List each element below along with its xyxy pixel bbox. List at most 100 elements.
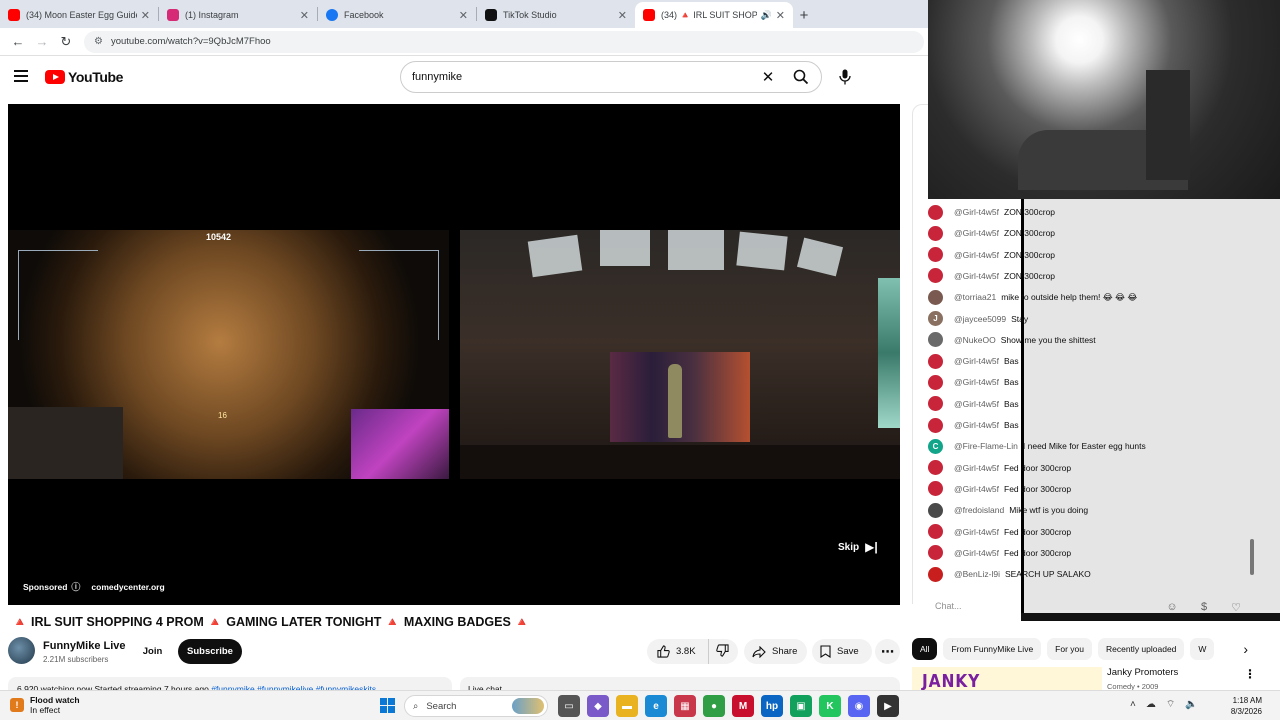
search-button[interactable] xyxy=(781,62,821,92)
chat-author[interactable]: @Girl-t4w5f xyxy=(954,527,999,537)
hp-icon[interactable]: hp xyxy=(761,695,783,717)
share-button[interactable]: Share xyxy=(744,639,807,664)
chip-all[interactable]: All xyxy=(912,638,938,660)
chat-author[interactable]: @Fire-Flame-Lin xyxy=(954,441,1018,451)
recommended-title[interactable]: Janky Promoters xyxy=(1107,667,1178,678)
chat-author[interactable]: @Girl-t4w5f xyxy=(954,399,999,409)
save-button[interactable]: Save xyxy=(812,639,872,664)
site-info-icon[interactable]: ⚙ xyxy=(94,36,103,47)
chip-recently-uploaded[interactable]: Recently uploaded xyxy=(1098,638,1185,660)
chip-more[interactable]: W xyxy=(1190,638,1215,660)
chat-avatar[interactable] xyxy=(928,524,943,539)
volume-icon[interactable]: 🔈 xyxy=(1185,699,1197,710)
video-thumbnail[interactable]: JANKY PROMOTERS xyxy=(912,667,1102,691)
channel-name[interactable]: FunnyMike Live xyxy=(43,640,126,652)
chat-author[interactable]: @Girl-t4w5f xyxy=(954,228,999,238)
close-tab-icon[interactable]: ✕ xyxy=(459,9,468,22)
task-view-icon[interactable]: ▭ xyxy=(558,695,580,717)
taskbar-search[interactable]: ⌕ Search xyxy=(404,695,548,717)
media-player-icon[interactable]: ▶ xyxy=(877,695,899,717)
back-arrow-icon[interactable]: ← xyxy=(6,30,30,54)
new-tab-button[interactable]: + xyxy=(793,2,815,28)
recommended-video[interactable]: JANKY PROMOTERS Janky Promoters Comedy •… xyxy=(912,667,1280,691)
address-bar[interactable]: ⚙ youtube.com/watch?v=9QbJcM7Fhoo xyxy=(84,30,924,53)
subscribe-button[interactable]: Subscribe xyxy=(178,639,242,664)
chat-scrollbar[interactable] xyxy=(1250,539,1254,575)
skip-ad-button[interactable]: Skip ▶| xyxy=(838,540,878,554)
chat-author[interactable]: @Girl-t4w5f xyxy=(954,484,999,494)
chat-avatar[interactable] xyxy=(928,204,943,220)
reload-icon[interactable]: ↻ xyxy=(54,30,78,54)
chat-author[interactable]: @Girl-t4w5f xyxy=(954,420,999,430)
weather-widget[interactable]: ! Flood watch In effect xyxy=(10,695,80,715)
chat-author[interactable]: @Girl-t4w5f xyxy=(954,463,999,473)
chip-for-you[interactable]: For you xyxy=(1047,638,1092,660)
chat-avatar[interactable] xyxy=(928,481,943,497)
chat-avatar[interactable] xyxy=(928,374,943,390)
browser-tab[interactable]: (1) Instagram ✕ xyxy=(159,2,317,28)
chat-author[interactable]: @Girl-t4w5f xyxy=(954,271,999,281)
chat-author[interactable]: @NukeOO xyxy=(954,335,996,345)
forward-arrow-icon[interactable]: → xyxy=(30,30,54,54)
taskbar-clock[interactable]: 1:18 AM 8/3/2026 xyxy=(1222,695,1262,717)
advertiser-link[interactable]: comedycenter.org xyxy=(91,582,164,592)
cloud-icon[interactable]: ☁ xyxy=(1146,699,1156,710)
join-button[interactable]: Join xyxy=(135,639,170,664)
browser-tab[interactable]: Facebook ✕ xyxy=(318,2,476,28)
voice-search-button[interactable] xyxy=(833,65,857,89)
more-vert-icon[interactable]: ⋮ xyxy=(1244,667,1256,681)
like-button[interactable]: 3.8K xyxy=(647,639,709,664)
discord-icon[interactable]: ◉ xyxy=(848,695,870,717)
video-player[interactable]: 10542 16 Skip ▶| Sponsored ⓘ comedycente… xyxy=(8,104,900,605)
chat-author[interactable]: @BenLiz-l9i xyxy=(954,569,1000,579)
chat-avatar[interactable] xyxy=(928,225,943,241)
calendar-icon[interactable]: ▦ xyxy=(674,695,696,717)
chat-author[interactable]: @jaycee5099 xyxy=(954,314,1006,324)
copilot-icon[interactable]: ◆ xyxy=(587,695,609,717)
clear-search-icon[interactable]: ✕ xyxy=(755,68,781,86)
chat-author[interactable]: @torriaa21 xyxy=(954,292,996,302)
chat-author[interactable]: @Girl-t4w5f xyxy=(954,250,999,260)
speaker-icon[interactable]: 🔊 xyxy=(761,10,772,21)
chat-avatar[interactable] xyxy=(928,289,943,305)
browser-tab-active[interactable]: (34) 🔺 IRL SUIT SHOPPING 🔊 ✕ xyxy=(635,2,793,28)
chat-avatar[interactable] xyxy=(928,545,943,561)
chat-author[interactable]: @Girl-t4w5f xyxy=(954,207,999,217)
chat-avatar[interactable] xyxy=(928,417,943,433)
more-actions-icon[interactable]: ⋯ xyxy=(875,639,900,664)
browser-tab[interactable]: TikTok Studio ✕ xyxy=(477,2,635,28)
edge-icon[interactable]: e xyxy=(645,695,667,717)
dislike-button[interactable] xyxy=(709,643,729,660)
chat-avatar[interactable] xyxy=(928,396,943,412)
close-tab-icon[interactable]: ✕ xyxy=(141,9,150,22)
info-icon[interactable]: ⓘ xyxy=(71,580,80,593)
search-input[interactable] xyxy=(412,63,755,91)
browser-tab[interactable]: (34) Moon Easter Egg Guide (U ✕ xyxy=(0,2,158,28)
kick-icon[interactable]: K xyxy=(819,695,841,717)
chat-avatar[interactable] xyxy=(928,502,943,518)
youtube-logo[interactable]: YouTube xyxy=(45,69,123,85)
chat-author[interactable]: @fredoisland xyxy=(954,505,1004,515)
chrome-icon[interactable]: ● xyxy=(703,695,725,717)
file-explorer-icon[interactable]: ▬ xyxy=(616,695,638,717)
chat-avatar[interactable] xyxy=(928,268,943,284)
close-tab-icon[interactable]: ✕ xyxy=(618,9,627,22)
mcafee-icon[interactable]: M xyxy=(732,695,754,717)
close-tab-icon[interactable]: ✕ xyxy=(300,9,309,22)
chat-avatar[interactable]: J xyxy=(928,311,943,326)
chat-avatar[interactable] xyxy=(928,566,943,582)
app-green-icon[interactable]: ▣ xyxy=(790,695,812,717)
chat-author[interactable]: @Girl-t4w5f xyxy=(954,356,999,366)
menu-icon[interactable] xyxy=(14,70,28,82)
close-tab-icon[interactable]: ✕ xyxy=(776,9,785,22)
chip-from-channel[interactable]: From FunnyMike Live xyxy=(943,638,1042,660)
chat-author[interactable]: @Girl-t4w5f xyxy=(954,377,999,387)
chevron-up-icon[interactable]: ˄ xyxy=(1130,699,1136,710)
windows-start-icon[interactable] xyxy=(380,698,395,713)
chat-avatar[interactable] xyxy=(928,332,943,348)
chat-avatar[interactable] xyxy=(928,247,943,263)
channel-avatar[interactable] xyxy=(8,637,35,664)
chat-avatar[interactable] xyxy=(928,460,943,476)
chevron-right-icon[interactable]: › xyxy=(1243,641,1248,657)
chat-input[interactable]: Chat... xyxy=(935,597,1015,617)
